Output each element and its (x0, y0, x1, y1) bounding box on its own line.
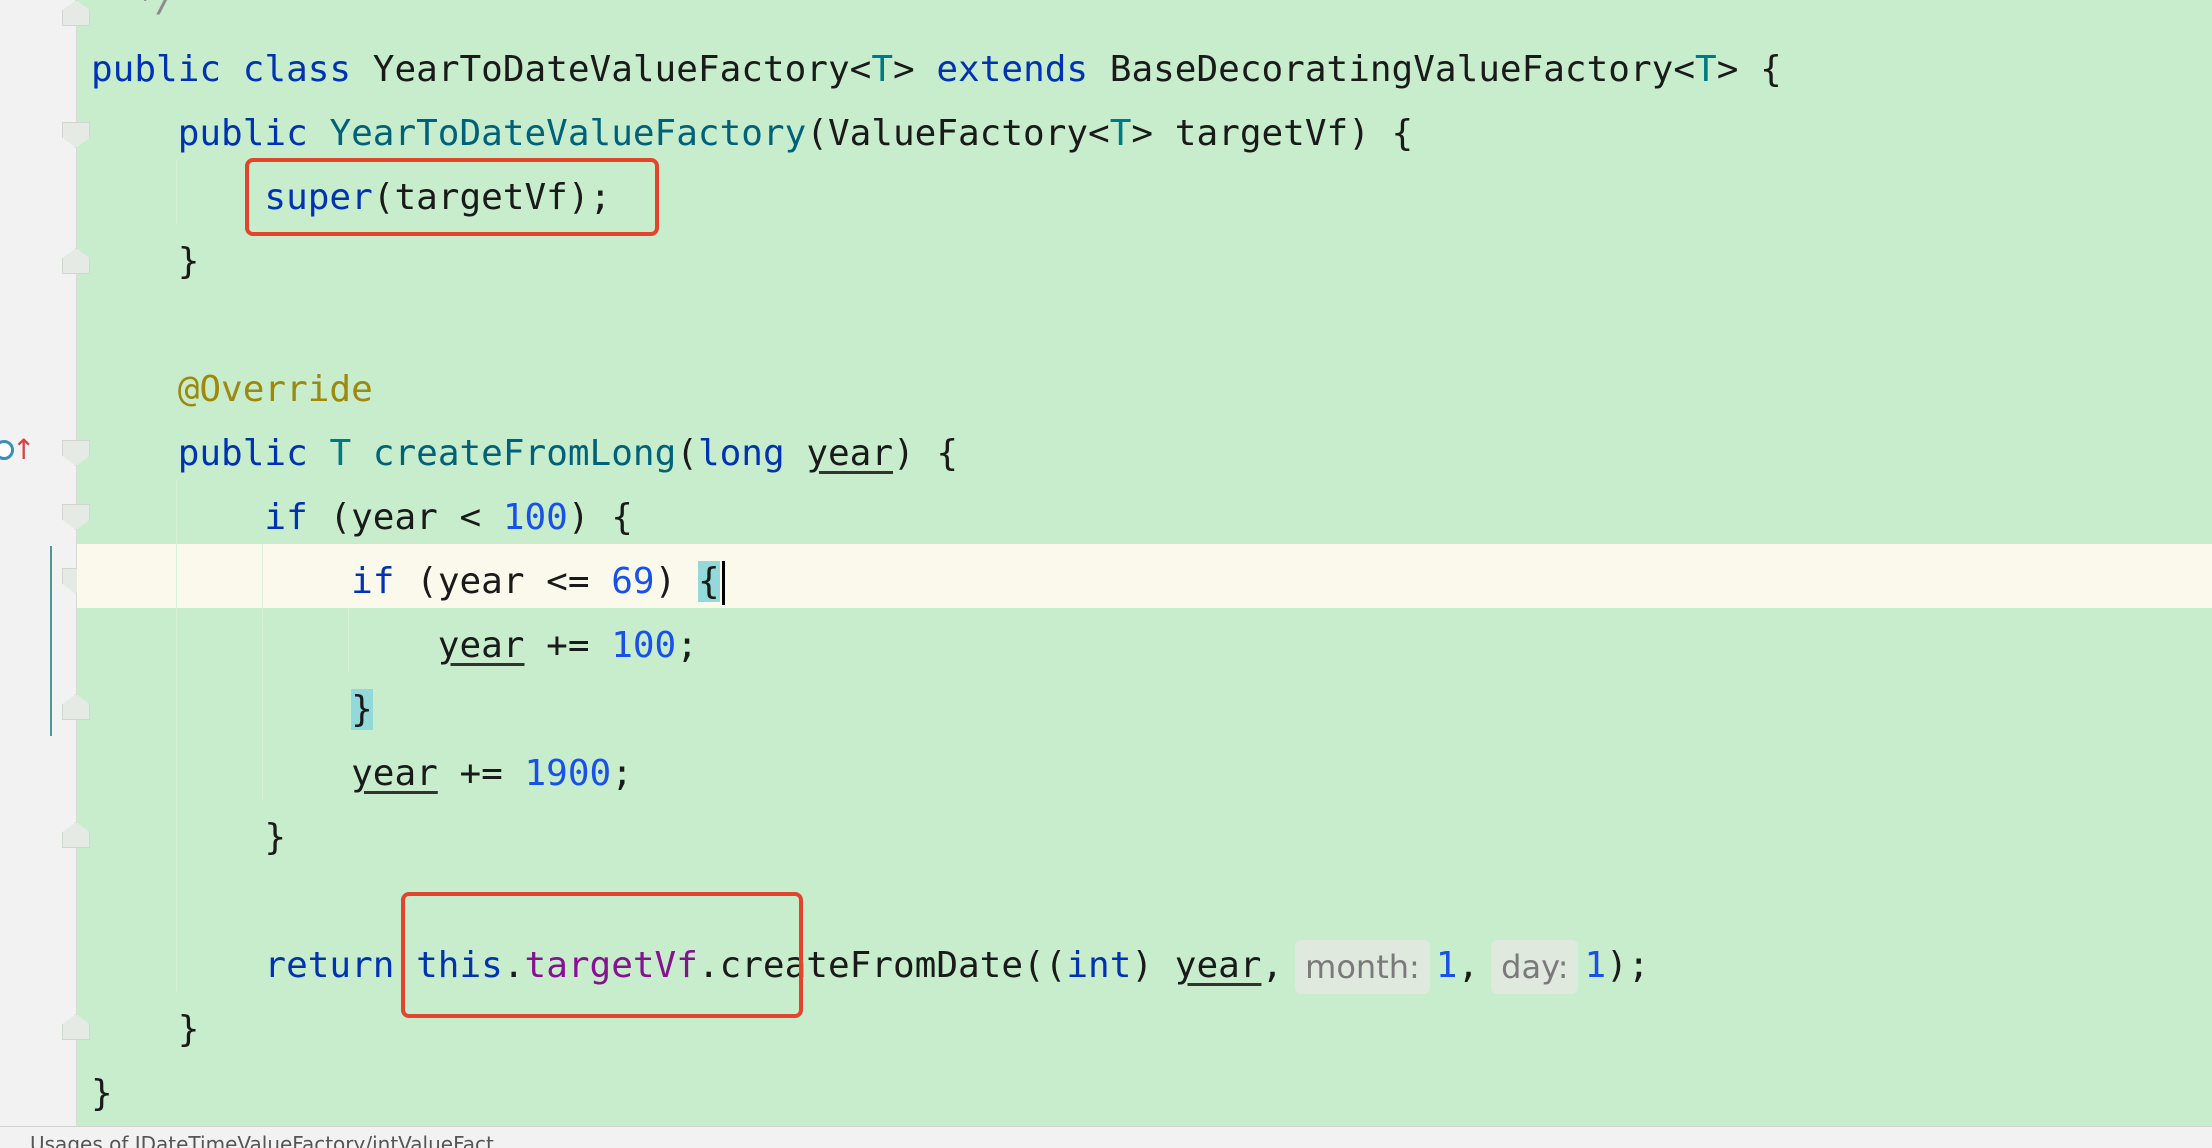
code-line: } (91, 1073, 113, 1114)
code-line: } (264, 817, 287, 858)
code-line-annotation: @Override (177, 369, 373, 410)
highlight-box-target-field (401, 892, 803, 1018)
code-line: */ (91, 0, 177, 32)
matched-brace: } (351, 689, 373, 730)
status-text: Usages of IDateTimeValueFactory/intValue… (30, 1132, 513, 1148)
editor-gutter: ↑ (0, 0, 90, 1126)
status-bar: Usages of IDateTimeValueFactory/intValue… (0, 1126, 2212, 1148)
code-line-class-declaration: public class YearToDateValueFactory<T> e… (91, 49, 1782, 90)
code-line: } (91, 678, 373, 742)
change-marker[interactable] (50, 546, 52, 736)
highlight-box-super-call (245, 158, 659, 236)
parameter-hint-month: month: (1295, 940, 1430, 994)
code-editor[interactable]: */ public class YearToDateValueFactory<T… (77, 0, 2212, 1126)
code-line: year += 100; (437, 625, 698, 666)
code-line-return: return this.targetVf.createFromDate((int… (91, 934, 1650, 998)
code-line-method: public T createFromLong(long year) { (177, 433, 959, 474)
override-method-icon[interactable]: ↑ (0, 428, 35, 472)
code-line-if-caret: if (year <= 69) { (91, 550, 725, 614)
parameter-hint-day: day: (1491, 940, 1579, 994)
code-line: year += 1900; (351, 753, 633, 794)
code-line-if: if (year < 100) { (264, 497, 633, 538)
matched-brace: { (697, 561, 720, 602)
text-caret (721, 561, 725, 605)
code-line: } (177, 241, 200, 282)
code-line-constructor: public YearToDateValueFactory(ValueFacto… (177, 113, 1414, 154)
code-line: } (177, 1009, 200, 1050)
